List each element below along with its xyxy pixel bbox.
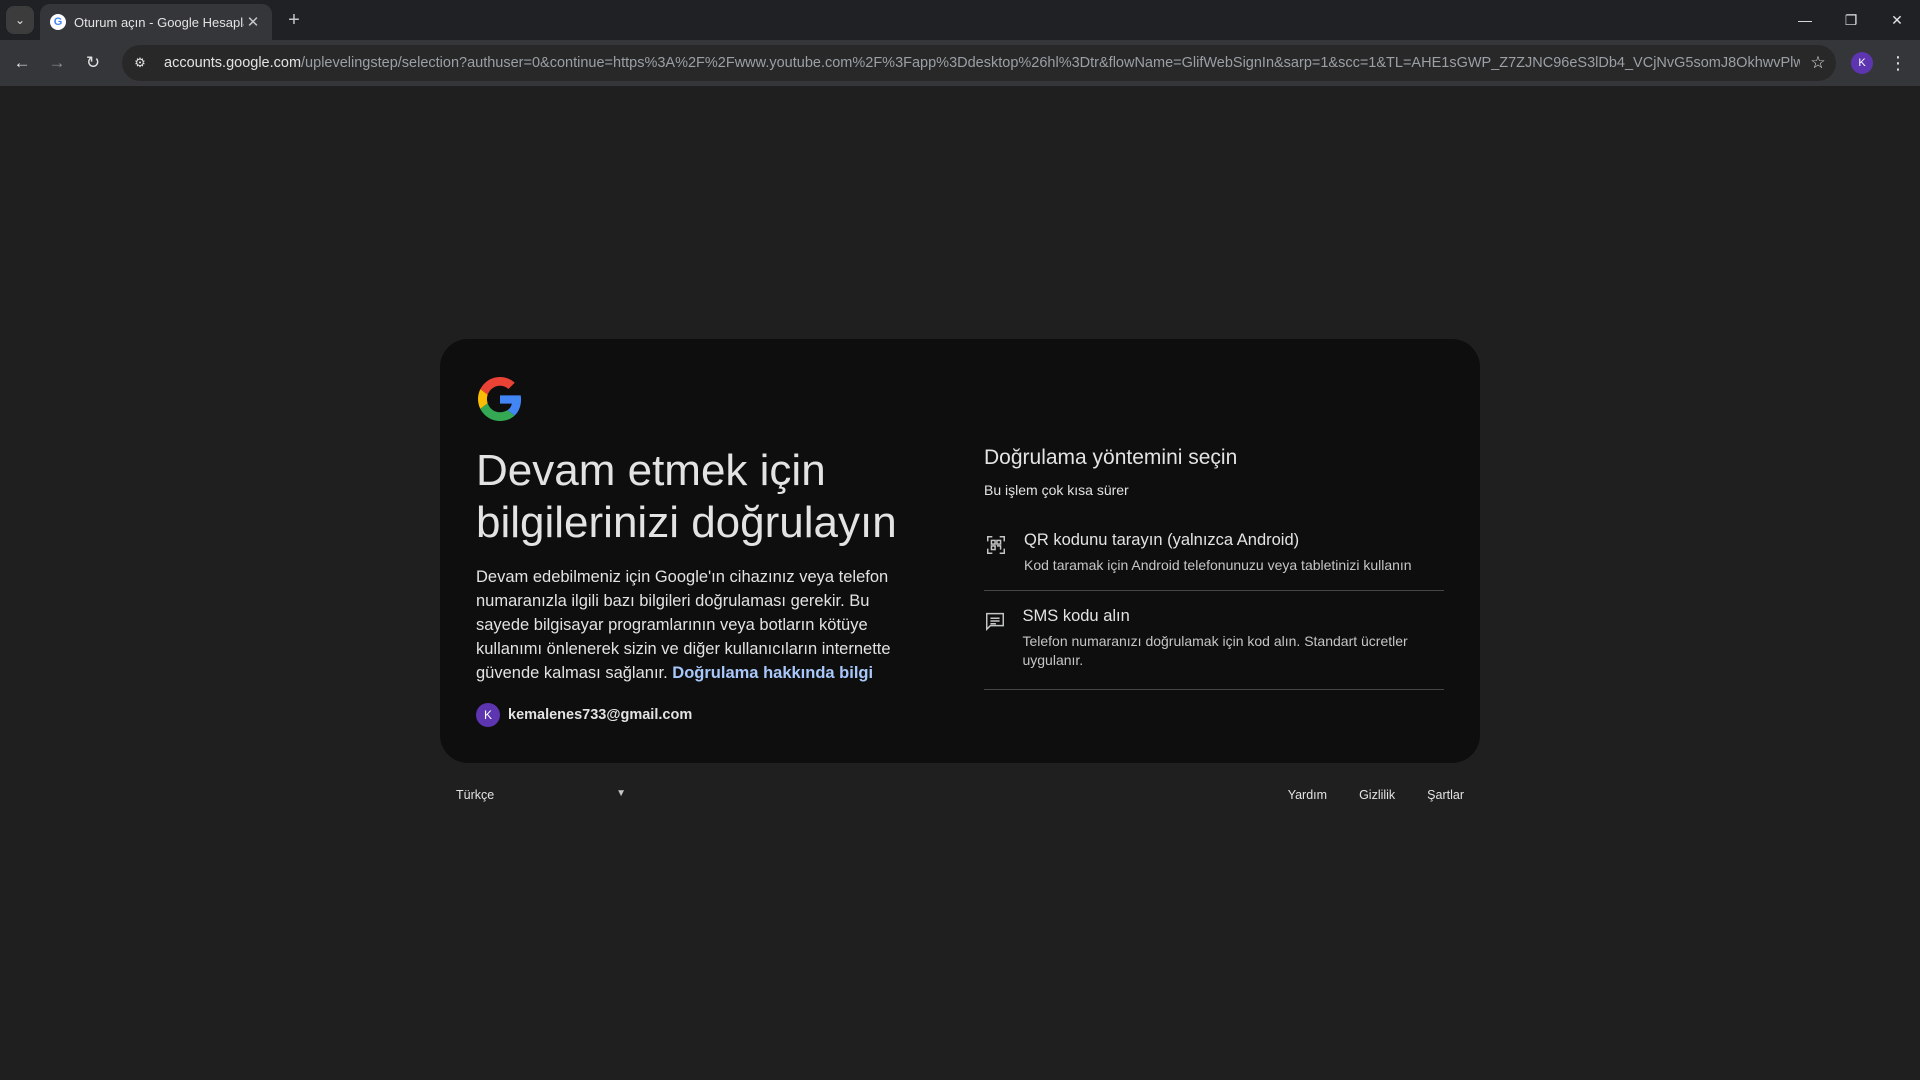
google-favicon-icon: G (50, 14, 66, 30)
account-email: kemalenes733@gmail.com (508, 707, 693, 723)
browser-toolbar: ← → ↻ ⚙ accounts.google.com/uplevelingst… (0, 40, 1920, 86)
method-title: Doğrulama yöntemini seçin (984, 446, 1238, 469)
url-text[interactable]: accounts.google.com/uplevelingstep/selec… (164, 55, 1800, 71)
option-qr-code[interactable]: QR kodunu tarayın (yalnızca Android) Kod… (984, 531, 1444, 591)
address-bar[interactable]: ⚙ accounts.google.com/uplevelingstep/sel… (122, 45, 1836, 81)
language-select[interactable]: Türkçe ▼ (456, 788, 626, 802)
option-description: Telefon numaranızı doğrulamak için kod a… (1022, 633, 1408, 668)
url-path: /uplevelingstep/selection?authuser=0&con… (301, 55, 1800, 71)
restore-icon[interactable]: ❐ (1828, 0, 1874, 40)
tab-title: Oturum açın - Google Hesapları (74, 14, 244, 30)
window-close-icon[interactable]: ✕ (1874, 0, 1920, 40)
option-title: SMS kodu alın (1022, 607, 1130, 625)
option-text: SMS kodu alın Telefon numaranızı doğrula… (1022, 607, 1444, 670)
arrow-left-icon: ← (13, 53, 31, 72)
close-icon[interactable]: ✕ (244, 13, 262, 31)
description-text: Devam edebilmeniz için Google'ın cihazın… (476, 565, 926, 685)
new-tab-button[interactable]: + (282, 8, 306, 32)
language-label: Türkçe (456, 788, 495, 802)
option-text: QR kodunu tarayın (yalnızca Android) Kod… (1024, 531, 1412, 575)
url-host: accounts.google.com (164, 55, 302, 71)
chevron-down-icon: ⌄ (14, 13, 26, 27)
reload-button[interactable]: ↻ (80, 50, 106, 76)
avatar: K (476, 703, 500, 727)
tab-search-button[interactable]: ⌄ (6, 6, 34, 34)
caret-down-icon: ▼ (616, 788, 626, 799)
google-logo-icon (478, 377, 522, 421)
tab-strip: ⌄ G Oturum açın - Google Hesapları ✕ + —… (0, 0, 1920, 40)
page-title: Devam etmek için bilgilerinizi doğrulayı… (476, 446, 897, 547)
arrow-right-icon: → (48, 53, 66, 72)
option-sms[interactable]: SMS kodu alın Telefon numaranızı doğrula… (984, 607, 1444, 690)
reload-icon: ↻ (85, 53, 101, 72)
window-controls: — ❐ ✕ (1782, 0, 1920, 40)
terms-link[interactable]: Şartlar (1427, 788, 1464, 802)
help-link[interactable]: Yardım (1288, 788, 1327, 802)
profile-avatar[interactable]: K (1851, 52, 1873, 74)
minimize-icon[interactable]: — (1782, 0, 1828, 40)
active-tab[interactable]: G Oturum açın - Google Hesapları ✕ (40, 4, 272, 40)
back-button[interactable]: ← (9, 50, 35, 76)
method-subtitle: Bu işlem çok kısa sürer (984, 482, 1129, 498)
privacy-link[interactable]: Gizlilik (1359, 788, 1395, 802)
qr-code-icon (984, 533, 1008, 557)
footer-links: Yardım Gizlilik Şartlar (1288, 788, 1464, 802)
option-title: QR kodunu tarayın (yalnızca Android) (1024, 531, 1300, 549)
bookmark-star-icon[interactable]: ☆ (1800, 53, 1836, 73)
site-info-icon[interactable]: ⚙ (126, 49, 154, 77)
account-chip[interactable]: K kemalenes733@gmail.com (476, 703, 692, 727)
learn-more-link[interactable]: Doğrulama hakkında bilgi (672, 664, 873, 682)
option-description: Kod taramak için Android telefonunuzu ve… (1024, 557, 1412, 573)
page-footer: Türkçe ▼ Yardım Gizlilik Şartlar (440, 780, 1480, 810)
verification-card: Devam etmek için bilgilerinizi doğrulayı… (440, 339, 1480, 763)
forward-button[interactable]: → (44, 50, 70, 76)
more-menu-icon[interactable]: ⋮ (1888, 50, 1908, 76)
plus-icon: + (288, 8, 300, 31)
sms-icon (984, 609, 1006, 633)
